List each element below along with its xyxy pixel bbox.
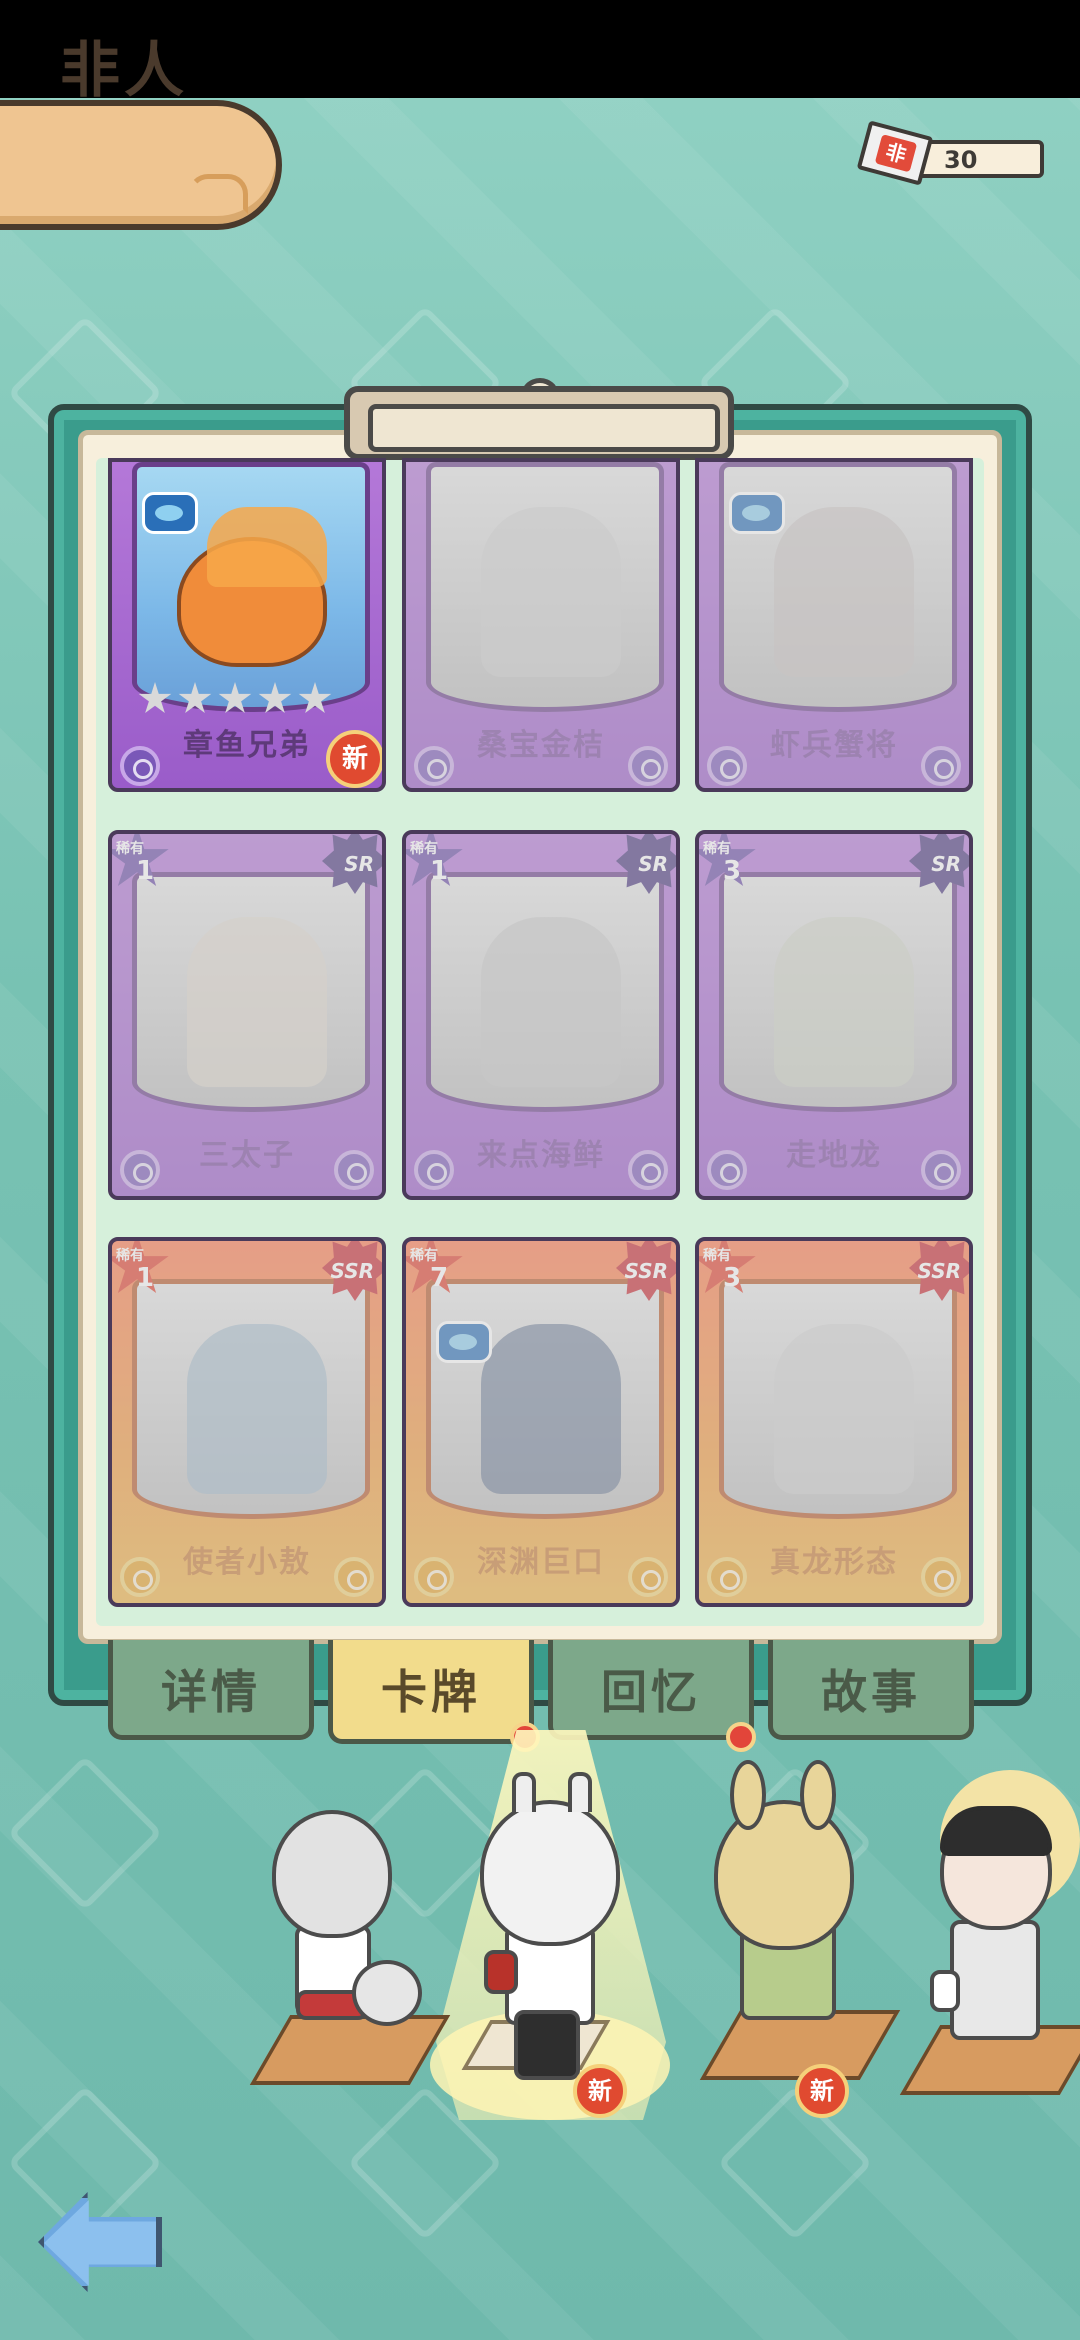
bunny-ear-icon	[800, 1760, 836, 1830]
locked-overlay	[406, 1241, 676, 1603]
antler-icon	[512, 1772, 536, 1812]
character-head	[714, 1800, 854, 1950]
tab-0[interactable]: 详情	[108, 1640, 314, 1740]
new-badge: 新	[326, 730, 382, 788]
character-bunny-girl[interactable]	[690, 1760, 901, 2090]
character-mat	[699, 2010, 901, 2080]
character-fox-boy[interactable]	[240, 1800, 451, 2090]
tab-label: 故事	[821, 1665, 921, 1719]
character-dark-hair-man[interactable]	[899, 1770, 1080, 2100]
star-icon	[258, 682, 292, 713]
bunny-ear-icon	[730, 1760, 766, 1830]
character-tail	[352, 1960, 422, 2026]
tab-2[interactable]: 回忆	[548, 1640, 754, 1740]
card-item[interactable]: 稀有 1 SR 三太子	[108, 830, 386, 1200]
star-icon	[298, 682, 332, 713]
locked-overlay	[112, 834, 382, 1196]
card-item[interactable]: 稀有 3 SR 走地龙	[695, 830, 973, 1200]
character-suit	[950, 1920, 1040, 2040]
tab-label: 详情	[161, 1665, 261, 1719]
bg-pattern-tile	[717, 2085, 873, 2241]
character-head	[480, 1800, 620, 1946]
card-item[interactable]: 稀有 1 SSR 使者小敖	[108, 1237, 386, 1607]
card-item[interactable]: 稀有 1 SR 来点海鲜	[402, 830, 680, 1200]
ticket-count: 30	[944, 146, 978, 174]
drink-cup-icon	[930, 1970, 960, 2012]
tab-3[interactable]: 故事	[768, 1640, 974, 1740]
card-corner-coin-icon	[120, 746, 160, 786]
card-item[interactable]: 稀有 7 SSR 深渊巨口	[402, 1237, 680, 1607]
tab-1[interactable]: 卡牌	[328, 1640, 534, 1744]
locked-overlay	[406, 462, 676, 788]
fish-icon	[142, 492, 198, 534]
notification-dot-icon	[726, 1722, 756, 1752]
coral-icon	[207, 507, 327, 587]
clipboard-clip	[344, 386, 734, 460]
locked-overlay	[406, 834, 676, 1196]
card-item[interactable]: 稀有 3 SSR 真龙形态	[695, 1237, 973, 1607]
character-legs	[514, 2010, 580, 2080]
character-dragon-man[interactable]	[450, 1770, 650, 2100]
banner-swirl	[188, 174, 248, 214]
star-icon	[178, 682, 212, 713]
card-item[interactable]: 虾兵蟹将	[695, 458, 973, 792]
character-mat	[249, 2015, 451, 2085]
antler-icon	[568, 1772, 592, 1812]
card-item[interactable]: 章鱼兄弟新	[108, 458, 386, 792]
card-stars	[138, 682, 332, 716]
star-icon	[138, 682, 172, 713]
tab-label: 卡牌	[381, 1665, 481, 1719]
character-hair	[940, 1806, 1052, 1856]
character-book	[484, 1950, 518, 1994]
bg-pattern-tile	[7, 1755, 163, 1911]
new-badge: 新	[573, 2064, 627, 2118]
character-head	[272, 1810, 392, 1938]
star-icon	[218, 682, 252, 713]
tab-label: 回忆	[601, 1665, 701, 1719]
ticket-stamp: 非	[874, 134, 918, 173]
locked-overlay	[699, 462, 969, 788]
card-item[interactable]: 桑宝金桔	[402, 458, 680, 792]
title-banner	[0, 100, 282, 230]
locked-overlay	[112, 1241, 382, 1603]
page-title: 非人	[60, 36, 188, 106]
locked-overlay	[699, 834, 969, 1196]
new-badge: 新	[795, 2064, 849, 2118]
locked-overlay	[699, 1241, 969, 1603]
